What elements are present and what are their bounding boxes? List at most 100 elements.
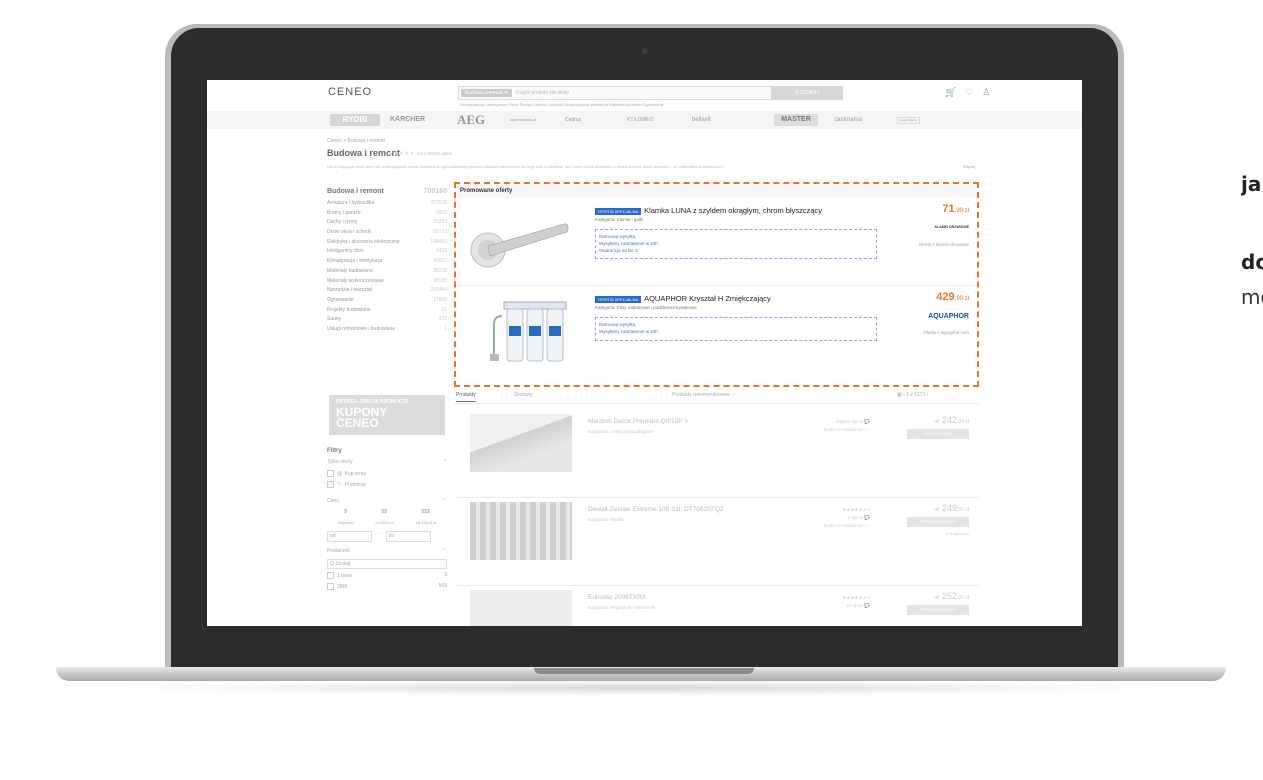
producer-search-input[interactable]: Q Szukaj (327, 559, 447, 569)
go-to-shop-button[interactable]: IDŹ DO SKLEPU (907, 429, 969, 439)
brand-logo[interactable]: bellavit (692, 114, 711, 126)
product-name[interactable]: Euroster 2006TXRX (588, 594, 646, 601)
category-item[interactable]: Klimatyzacja i wentylacja 46652 (327, 258, 447, 268)
offer-title[interactable]: OFERTA SPECJALNA AQUAPHOR Kryształ H Zmię… (595, 294, 771, 303)
product-image[interactable] (470, 590, 572, 626)
price-to-input: do (385, 531, 431, 542)
offer-price[interactable]: 429,99 zł (936, 291, 969, 303)
category-item[interactable]: Projekty budowlane 21 (327, 307, 447, 317)
heart-icon: ♡ (865, 427, 870, 432)
filter-checkbox[interactable]: 🏷 Promocje (327, 481, 447, 492)
brand-logo[interactable]: RYOBI (330, 114, 380, 126)
tab-sets[interactable]: Zestawy (514, 392, 533, 398)
product-price[interactable]: od 242,09 zł (934, 415, 969, 425)
category-item[interactable]: Ogrzewanie 17805 (327, 297, 447, 307)
cart-icon[interactable]: 🛒 (945, 87, 965, 97)
category-item[interactable]: Bramy i garaże 5859 (327, 210, 447, 220)
tab-products[interactable]: Produkty (456, 392, 476, 402)
filter-section-header[interactable]: Producent ⌃ (327, 548, 447, 559)
product-name[interactable]: Dewalt Zestaw Extreme 100 Szt. DT70620TQ… (588, 506, 724, 513)
product-row[interactable]: Euroster 2006TXRX Kategoria: Regulatory … (454, 586, 979, 626)
brand-logo[interactable]: Leroy Merlin (897, 117, 920, 124)
category-item[interactable]: Narzędzia i warsztat 207484 (327, 287, 447, 297)
brand-logo[interactable]: KÄRCHER (390, 114, 425, 126)
brand-logo[interactable]: MASTER (774, 114, 818, 126)
category-item[interactable]: Budowa i remont 708160 (327, 188, 447, 200)
camera-icon (642, 48, 648, 54)
more-link[interactable]: Więcej (963, 164, 975, 169)
price-ranges[interactable]: Najtaniej od 5045 zł od 13113 zł (327, 520, 447, 531)
category-item[interactable]: Dachy i rynny 15253 (327, 219, 447, 229)
product-reviews[interactable]: ★★★★★ 4.6 21 opinii 💬 (780, 594, 870, 610)
shop-name[interactable]: Oferta z klamki-drzwiowe (919, 242, 969, 247)
product-reviews[interactable]: ★★★★★ 4.5 1 opinia 💬 Dodaj do ulubionych ♡ (780, 506, 870, 530)
brand-logo[interactable]: Cedrus (565, 114, 581, 126)
category-sublinks[interactable]: Klimatyzatory i wentylatory Piece Pompy … (460, 102, 664, 107)
filter-section-header[interactable]: Tylko oferty ⌃ (327, 459, 447, 470)
promoted-offer[interactable]: OFERTA SPECJALNA Klamka LUNA z szyldem ok… (456, 200, 977, 286)
ceneo-logo[interactable]: CENEO (328, 86, 372, 98)
product-row[interactable]: Dewalt Zestaw Extreme 100 Szt. DT70620TQ… (454, 498, 979, 586)
category-item[interactable]: Usługi remontowe i budowlane 1 (327, 326, 447, 336)
banner-title: KUPONY CENEO (336, 405, 388, 430)
rating-stars: ★★★★★ 4.6 z 89246 opinii (388, 151, 452, 157)
door-handle-image[interactable] (464, 210, 574, 276)
shop-name[interactable]: Oferta z aquaphor.com (923, 330, 969, 335)
search-category-chip[interactable]: Budowa i remont ✕ (461, 89, 513, 97)
offer-title[interactable]: OFERTA SPECJALNA Klamka LUNA z szyldem ok… (595, 206, 822, 215)
laptop-shadow (120, 680, 1160, 696)
product-price[interactable]: od 249,00 zł (934, 503, 969, 513)
brand-logo[interactable]: lazienkaplus.pl (510, 114, 536, 126)
filter-checkbox[interactable]: 2BM 569 (327, 583, 447, 594)
filter-checkbox[interactable]: 🛒 Kup teraz (327, 470, 447, 481)
brand-logo[interactable]: KT/LOWEO (627, 114, 653, 126)
stage: jak do mo CENEO Budowa i remont ✕ Znajdź… (0, 0, 1263, 780)
heart-icon[interactable]: ♡ (965, 87, 982, 97)
water-filter-image[interactable] (464, 298, 574, 364)
coupons-banner[interactable]: USTRZEL SWOJĄ PROMOCJĘ KUPONY CENEO (329, 395, 445, 435)
rating-stars: ★★★★★ (842, 507, 864, 512)
brand-logo[interactable]: AEG (457, 113, 485, 126)
promoted-offers-box: Promowane oferty OFERTA SPECJALNA Klamka … (454, 182, 979, 387)
price-levels[interactable]: $ $$ $$$ (327, 509, 447, 520)
offer-price[interactable]: 71,99 zł (942, 203, 969, 215)
filter-section-header[interactable]: Cena ⌃ (327, 498, 447, 509)
page-description: Dla budujących nowy dom lub remontującyc… (327, 164, 725, 169)
product-image[interactable] (470, 414, 572, 472)
category-item[interactable]: Inteligentny dom 2473 (327, 248, 447, 258)
category-item[interactable]: Materiały wykończeniowe 18130 (327, 278, 447, 288)
compare-prices-button[interactable]: PORÓWNAJ CENY (907, 517, 969, 527)
shop-logo[interactable]: KLAMKI DRZWIOWE (935, 225, 969, 229)
compare-prices-button[interactable]: PORÓWNAJ CENY (907, 605, 969, 615)
category-list: Budowa i remont 708160 Armatura i hydraul… (327, 188, 447, 336)
sort-dropdown[interactable]: Produkty rekomendowane ⌵ (672, 392, 735, 398)
category-item[interactable]: Materiały budowlane 35228 (327, 268, 447, 278)
search-button[interactable]: Q SZUKAJ (771, 86, 843, 100)
user-icon[interactable]: ♙ (982, 87, 999, 97)
product-row[interactable]: Mardom Decor Premium Q/015P > Kategoria:… (454, 410, 979, 498)
chevron-up-icon: ⌃ (442, 459, 447, 465)
shop-logo[interactable]: AQUAPHOR (928, 313, 969, 320)
chevron-up-icon: ⌃ (442, 548, 447, 554)
special-offer-badge: OFERTA SPECJALNA (595, 207, 642, 215)
filter-checkbox[interactable]: 1 base 9 (327, 572, 447, 583)
category-item[interactable]: Armatura i hydraulika 207528 (327, 200, 447, 210)
category-item[interactable]: Drzwi okna i schody 52273 (327, 229, 447, 239)
side-text-line2: do (1241, 250, 1263, 274)
promoted-offers-header: Promowane oferty (456, 184, 977, 198)
category-item[interactable]: Sauny 322 (327, 316, 447, 326)
promoted-offer[interactable]: OFERTA SPECJALNA AQUAPHOR Kryształ H Zmię… (456, 288, 977, 374)
side-text: jak do mo (1241, 0, 1263, 780)
search-input[interactable]: Znajdź produkt lub sklep (515, 90, 569, 96)
shops-count: w 6 sklepach (945, 531, 969, 536)
search-bar[interactable]: Budowa i remont ✕ Znajdź produkt lub skl… (458, 86, 843, 100)
product-image[interactable] (470, 502, 572, 560)
product-name[interactable]: Mardom Decor Premium Q/015P > (588, 418, 688, 425)
breadcrumb[interactable]: Ceneo > Budowa i remont (327, 138, 385, 144)
category-item[interactable]: Elektryka i akcesoria elektryczne 108490 (327, 239, 447, 249)
product-price[interactable]: od 252,00 zł (934, 591, 969, 601)
price-range-inputs[interactable]: od - do (327, 531, 447, 542)
product-reviews[interactable]: Napisz opinię 💬 Dodaj do ulubionych ♡ (780, 418, 870, 434)
pagination[interactable]: ▦ ‹ 1 z 5171 › (897, 392, 928, 398)
brand-logo[interactable]: castorama (834, 114, 862, 126)
